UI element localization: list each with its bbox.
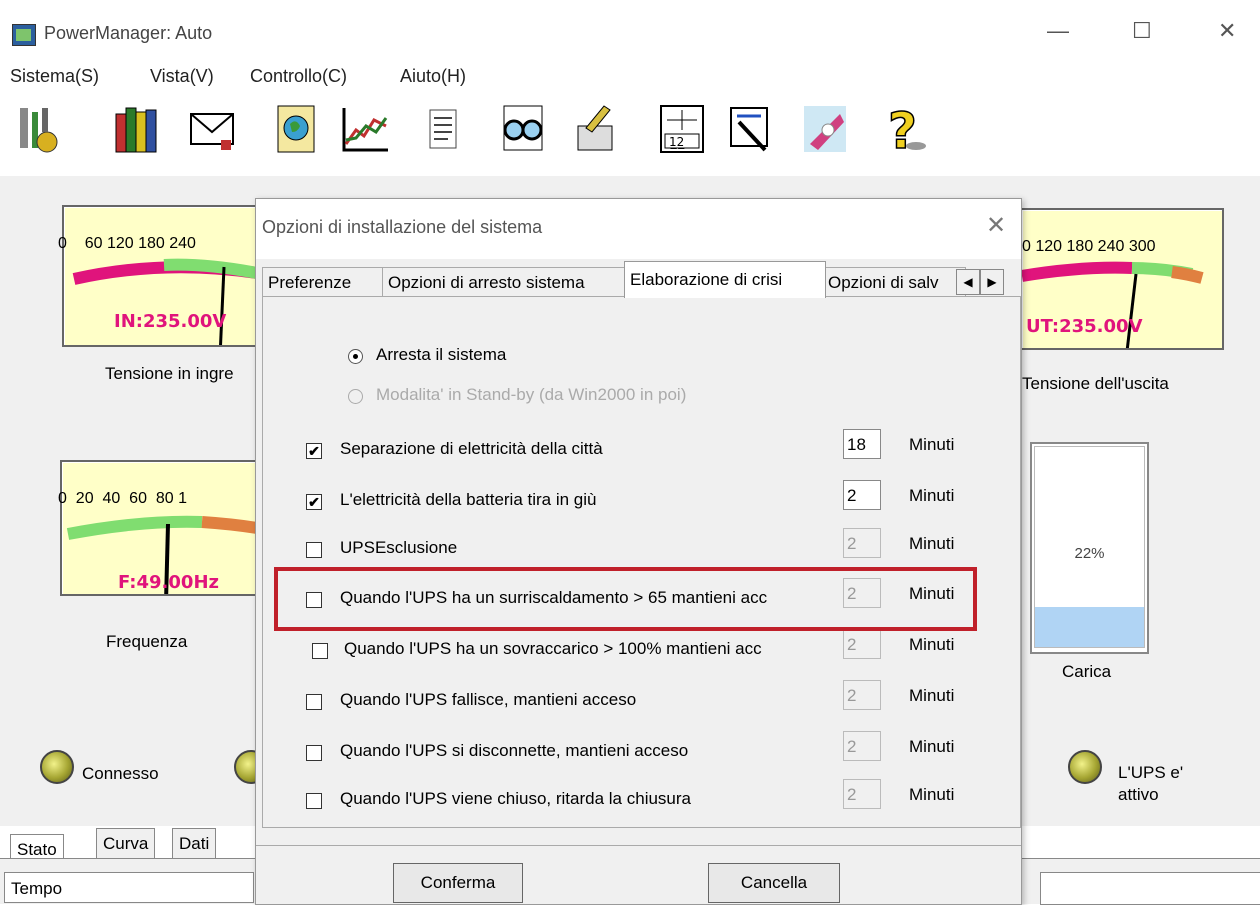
option-label: Quando l'UPS viene chiuso, ritarda la ch…	[340, 789, 691, 808]
option-unit-label: Minuti	[909, 534, 955, 553]
menu-controllo[interactable]: Controllo(C)	[250, 66, 347, 87]
minimize-button[interactable]: —	[1047, 18, 1069, 44]
charge-percent: 22%	[1074, 545, 1105, 562]
option-label: Separazione di elettricità della città	[340, 439, 603, 458]
frequency-readout: F:49.00Hz	[118, 572, 219, 593]
tab-dati[interactable]: Dati	[172, 828, 217, 860]
option-minutes-input[interactable]: 2	[843, 629, 881, 659]
radio-arresta[interactable]	[348, 349, 363, 364]
globe-book-icon[interactable]	[272, 100, 322, 160]
radio-standby[interactable]	[348, 389, 363, 404]
tab-elaborazione-crisi[interactable]: Elaborazione di crisi	[624, 261, 826, 298]
maximize-button[interactable]: ☐	[1132, 18, 1152, 44]
highlight-box	[274, 567, 977, 631]
option-label: Quando l'UPS ha un sovraccarico > 100% m…	[344, 639, 762, 658]
option-unit-label: Minuti	[909, 785, 955, 804]
radio-arresta-label: Arresta il sistema	[376, 345, 507, 364]
svg-text:1̲2̲: 1̲2̲	[669, 135, 685, 149]
tab-opzioni-salvataggio[interactable]: Opzioni di salv	[822, 267, 966, 298]
option-minutes-input[interactable]: 2	[843, 680, 881, 710]
calendar-schedule-icon[interactable]: 1̲2̲	[657, 100, 707, 160]
connected-led	[40, 750, 74, 784]
option-minutes-input[interactable]: 2	[843, 528, 881, 558]
option-unit-label: Minuti	[909, 486, 955, 505]
time-column-header: Tempo	[4, 872, 254, 903]
tab-opzioni-arresto[interactable]: Opzioni di arresto sistema	[382, 267, 626, 298]
option-unit-label: Minuti	[909, 435, 955, 454]
frequency-label: Frequenza	[106, 632, 188, 651]
input-voltage-readout: IN:235.00V	[114, 311, 227, 332]
line-chart-icon[interactable]	[340, 100, 390, 160]
hammer-document-icon[interactable]	[725, 100, 775, 160]
output-voltage-label: Tensione dell'uscita	[1022, 374, 1169, 393]
option-unit-label: Minuti	[909, 737, 955, 756]
charge-indicator: 22%	[1030, 442, 1149, 654]
option-checkbox[interactable]	[306, 745, 322, 761]
cancel-button[interactable]: Cancella	[708, 863, 840, 903]
output-voltage-meter: 0 120 180 240 300 UT:235.00V	[1020, 208, 1224, 350]
option-checkbox[interactable]	[312, 643, 328, 659]
window-title: PowerManager: Auto	[44, 23, 213, 43]
input-voltage-label: Tensione in ingre	[105, 364, 234, 383]
frequency-meter-ticks: 0 20 40 60 80 1	[58, 490, 188, 507]
frequency-meter: 0 20 40 60 80 1 F:49.00Hz	[58, 460, 259, 596]
dialog-close-button[interactable]: ✕	[986, 211, 1006, 240]
tab-scroll-left-icon[interactable]: ◀	[956, 269, 980, 295]
books-icon[interactable]	[112, 100, 162, 160]
tab-curva[interactable]: Curva	[96, 828, 156, 860]
menu-vista[interactable]: Vista(V)	[150, 66, 214, 87]
satellite-icon[interactable]	[800, 100, 850, 160]
close-button[interactable]: ✕	[1218, 18, 1236, 44]
dialog-title: Opzioni di installazione del sistema	[262, 217, 543, 237]
option-checkbox[interactable]	[306, 793, 322, 809]
option-minutes-input[interactable]: 2	[843, 480, 881, 510]
ups-active-led	[1068, 750, 1102, 784]
option-checkbox[interactable]: ✔	[306, 494, 322, 510]
connected-label: Connesso	[82, 764, 159, 783]
output-meter-ticks: 0 120 180 240 300	[1022, 238, 1156, 255]
svg-text:?: ?	[888, 102, 917, 160]
status-cell-right	[1040, 872, 1260, 905]
option-unit-label: Minuti	[909, 635, 955, 654]
brush-icon[interactable]	[570, 100, 620, 160]
app-icon	[12, 24, 36, 46]
menu-sistema[interactable]: Sistema(S)	[10, 66, 99, 87]
option-checkbox[interactable]	[306, 694, 322, 710]
option-unit-label: Minuti	[909, 686, 955, 705]
option-minutes-input[interactable]: 18	[843, 429, 881, 459]
option-label: Quando l'UPS si disconnette, mantieni ac…	[340, 741, 689, 760]
option-checkbox[interactable]	[306, 542, 322, 558]
glasses-icon[interactable]	[498, 100, 548, 160]
option-checkbox[interactable]: ✔	[306, 443, 322, 459]
input-voltage-meter: 0 60 120 180 240 IN:235.00V	[58, 205, 259, 347]
output-voltage-readout: UT:235.00V	[1026, 316, 1143, 337]
system-options-dialog: Opzioni di installazione del sistema ✕ P…	[255, 198, 1022, 905]
tools-settings-icon[interactable]	[12, 100, 62, 160]
option-label: L'elettricità della batteria tira in giù	[340, 490, 597, 509]
envelope-pen-icon[interactable]	[187, 100, 237, 160]
help-icon[interactable]: ?	[882, 100, 932, 161]
menu-aiuto[interactable]: Aiuto(H)	[400, 66, 466, 87]
charge-fill	[1035, 607, 1144, 647]
option-minutes-input[interactable]: 2	[843, 731, 881, 761]
charge-label: Carica	[1062, 662, 1112, 681]
ups-active-label: L'UPS e' attivo	[1118, 763, 1184, 804]
option-minutes-input[interactable]: 2	[843, 779, 881, 809]
option-label: UPSEsclusione	[340, 538, 458, 557]
document-list-icon[interactable]	[418, 100, 468, 160]
dialog-divider	[256, 845, 1021, 846]
tab-scroll-right-icon[interactable]: ▶	[980, 269, 1004, 295]
input-meter-ticks: 0 60 120 180 240	[58, 235, 196, 252]
option-label: Quando l'UPS fallisce, mantieni acceso	[340, 690, 637, 709]
tab-preferenze[interactable]: Preferenze	[262, 267, 384, 298]
confirm-button[interactable]: Conferma	[393, 863, 523, 903]
radio-standby-label: Modalita' in Stand-by (da Win2000 in poi…	[376, 385, 687, 404]
